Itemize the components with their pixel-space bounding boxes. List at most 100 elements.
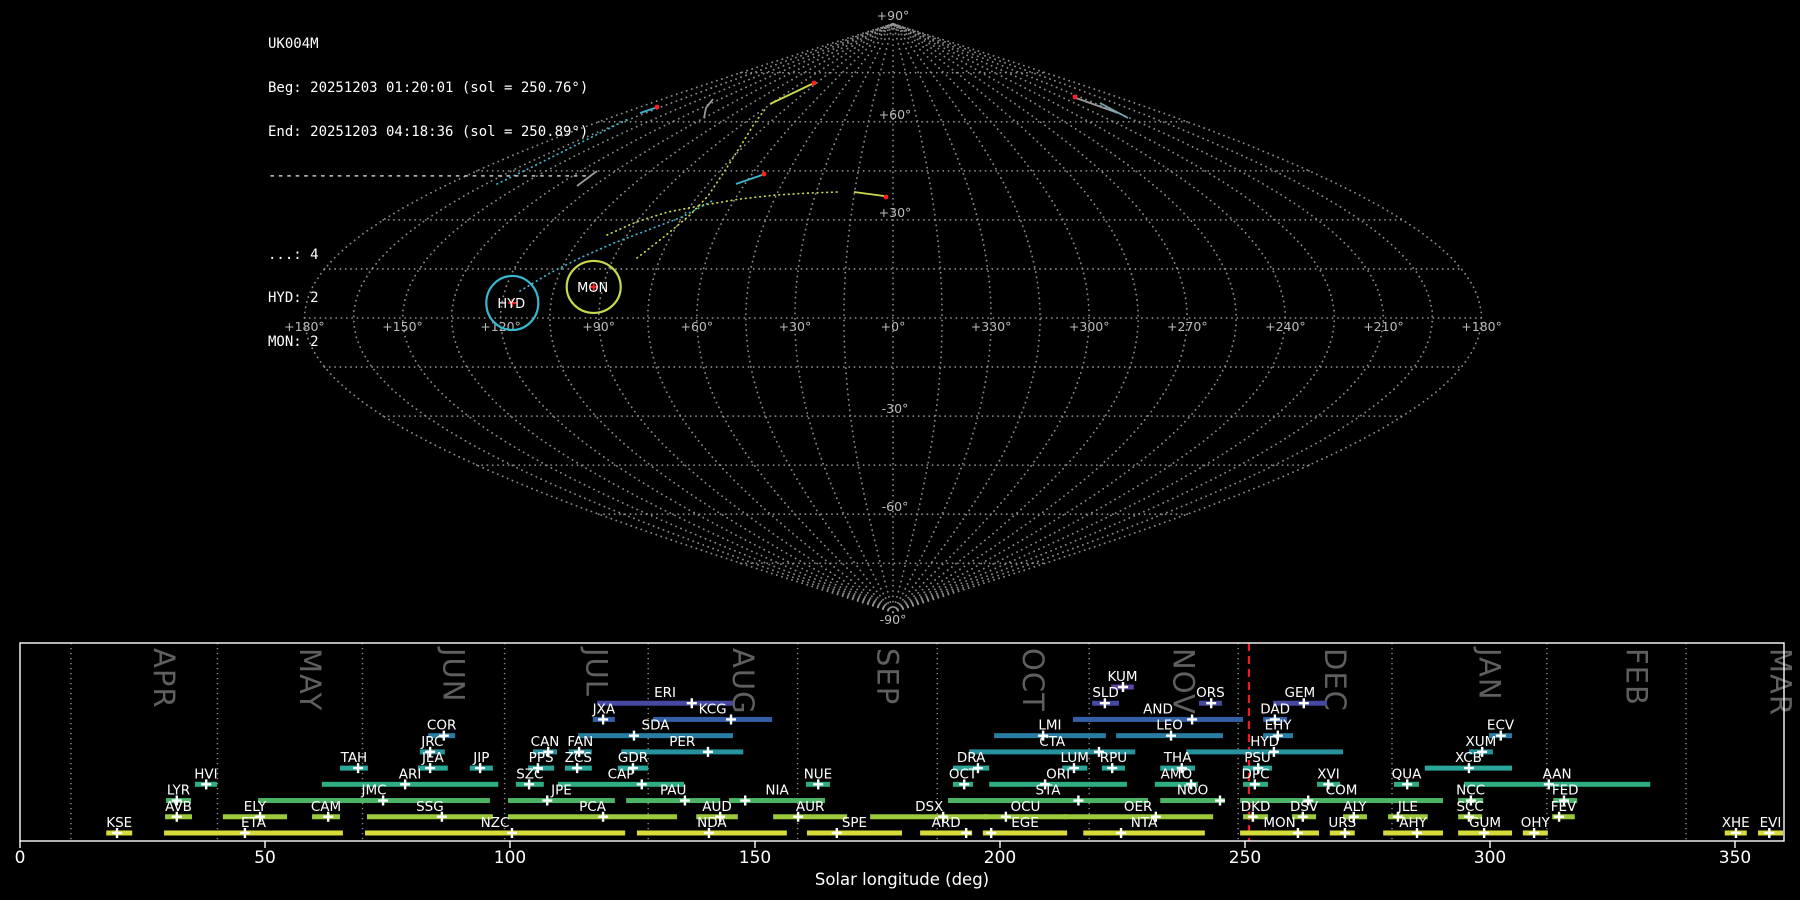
shower-label-JMC: JMC	[360, 783, 386, 799]
shower-SZC: SZC	[515, 766, 544, 790]
shower-QUA: QUA	[1392, 766, 1423, 790]
shower-AVB: AVB	[165, 799, 192, 822]
shower-label-KCG: KCG	[699, 701, 727, 717]
shower-SLD: SLD	[1092, 685, 1120, 709]
separator-line: --------------------------------------	[268, 167, 589, 184]
shower-label-JLE: JLE	[1397, 799, 1418, 815]
shower-label-RPU: RPU	[1100, 750, 1127, 766]
shower-label-ARD: ARD	[932, 815, 961, 831]
shower-label-AUR: AUR	[796, 799, 825, 815]
shower-label-COR: COR	[427, 718, 456, 734]
shower-URS: URS	[1328, 815, 1356, 838]
shower-OHY: OHY	[1521, 815, 1551, 838]
shower-label-DRA: DRA	[957, 750, 986, 766]
month-label-MAR: MAR	[1763, 648, 1797, 716]
shower-EVI: EVI	[1758, 815, 1784, 838]
shower-bar-JMC	[258, 798, 490, 804]
shower-KSE: KSE	[106, 815, 133, 838]
map-longitude-label: +30°	[779, 319, 812, 334]
shower-peak-EGE	[986, 827, 997, 838]
map-longitude-label: +330°	[971, 319, 1012, 334]
shower-label-XVI: XVI	[1317, 766, 1339, 782]
count-hyd: HYD: 2	[268, 290, 319, 307]
shower-bar-NZC	[364, 830, 626, 836]
shower-bar-SDA	[578, 733, 733, 739]
shower-FEV: FEV	[1551, 799, 1577, 822]
shower-XHE: XHE	[1722, 815, 1750, 838]
shower-label-QUA: QUA	[1392, 766, 1423, 782]
shower-label-HYD: HYD	[1250, 734, 1279, 750]
shower-label-NIA: NIA	[765, 783, 789, 799]
map-longitude-label: +60°	[680, 319, 713, 334]
meteor-end-dot	[654, 104, 660, 110]
shower-bar-NTA	[1083, 830, 1205, 836]
shower-label-DPC: DPC	[1242, 766, 1270, 782]
meteor-end-dot	[811, 80, 817, 86]
shower-JXA: JXA	[592, 701, 616, 725]
shower-NUE: NUE	[804, 766, 832, 790]
shower-peak-SDA	[628, 730, 639, 741]
shower-label-COM: COM	[1326, 783, 1358, 799]
shower-label-HVI: HVI	[194, 766, 217, 782]
shower-label-LMI: LMI	[1038, 718, 1061, 734]
shower-JIP: JIP	[469, 750, 493, 774]
map-latitude-label: +30°	[879, 205, 912, 220]
shower-label-ETA: ETA	[241, 815, 267, 831]
shower-label-EHY: EHY	[1265, 718, 1293, 734]
shower-label-PSU: PSU	[1244, 750, 1271, 766]
month-label-JUN: JUN	[437, 646, 471, 702]
map-pole-label: -90°	[880, 612, 907, 627]
shower-peak-NTA	[1116, 827, 1127, 838]
count-sporadic: ...: 4	[268, 246, 319, 263]
shower-XCB: XCB	[1424, 750, 1513, 774]
shower-peak-STA	[1073, 795, 1084, 806]
shower-label-SPE: SPE	[842, 815, 867, 831]
meteor-trail-solid	[1099, 102, 1129, 119]
map-latitude-label: -30°	[882, 401, 909, 416]
shower-label-OER: OER	[1124, 799, 1153, 815]
shower-label-OHY: OHY	[1521, 815, 1551, 831]
shower-peak-KCG	[725, 714, 736, 725]
shower-label-ALY: ALY	[1343, 799, 1367, 815]
month-label-JUL: JUL	[579, 646, 613, 697]
shower-label-AND: AND	[1143, 701, 1173, 717]
shower-peak-ERI	[686, 698, 697, 709]
activity-chart: APR MAY JUN JUL AUG SEP OCT NOV DEC JAN FEB MARKUME…	[15, 642, 1797, 889]
shower-label-NOO: NOO	[1177, 783, 1208, 799]
shower-label-ORS: ORS	[1196, 685, 1225, 701]
shower-label-PPS: PPS	[529, 750, 554, 766]
shower-label-PER: PER	[669, 734, 695, 750]
meteor-trail-solid	[853, 191, 885, 197]
map-meridian	[892, 22, 1188, 614]
shower-DPC: DPC	[1242, 766, 1270, 790]
shower-label-STA: STA	[1036, 783, 1062, 799]
shower-JEA: JEA	[417, 750, 448, 774]
shower-label-ARI: ARI	[399, 766, 422, 782]
shower-label-AVB: AVB	[165, 799, 192, 815]
shower-label-EGE: EGE	[1011, 815, 1039, 831]
month-label-APR: APR	[147, 648, 181, 708]
shower-label-URS: URS	[1328, 815, 1356, 831]
x-tick-label: 100	[494, 848, 526, 868]
shower-peak-SPE	[831, 827, 842, 838]
shower-label-NZC: NZC	[481, 815, 510, 831]
shower-label-PCA: PCA	[579, 799, 607, 815]
shower-label-CTA: CTA	[1039, 734, 1066, 750]
shower-label-KUM: KUM	[1107, 669, 1137, 685]
shower-OCT: OCT	[949, 766, 978, 790]
shower-label-PAU: PAU	[660, 783, 686, 799]
shower-label-SZC: SZC	[516, 766, 543, 782]
month-label-SEP: SEP	[870, 648, 904, 705]
x-tick-label: 200	[984, 848, 1016, 868]
shower-bars: KUM ERI SLD ORS GEM JXA KCG AND DAD COR SDA LMI LEO E…	[106, 669, 1784, 838]
shower-label-EVI: EVI	[1760, 815, 1782, 831]
header-gap	[268, 212, 588, 218]
station-id: UK004M	[268, 36, 319, 53]
shower-label-SCC: SCC	[1456, 799, 1483, 815]
count-mon: MON: 2	[268, 334, 319, 351]
shower-label-SSG: SSG	[416, 799, 444, 815]
month-label-OCT: OCT	[1016, 648, 1050, 712]
shower-label-CAN: CAN	[531, 734, 560, 750]
shower-label-TAH: TAH	[340, 750, 368, 766]
map-longitude-label: +240°	[1265, 319, 1306, 334]
